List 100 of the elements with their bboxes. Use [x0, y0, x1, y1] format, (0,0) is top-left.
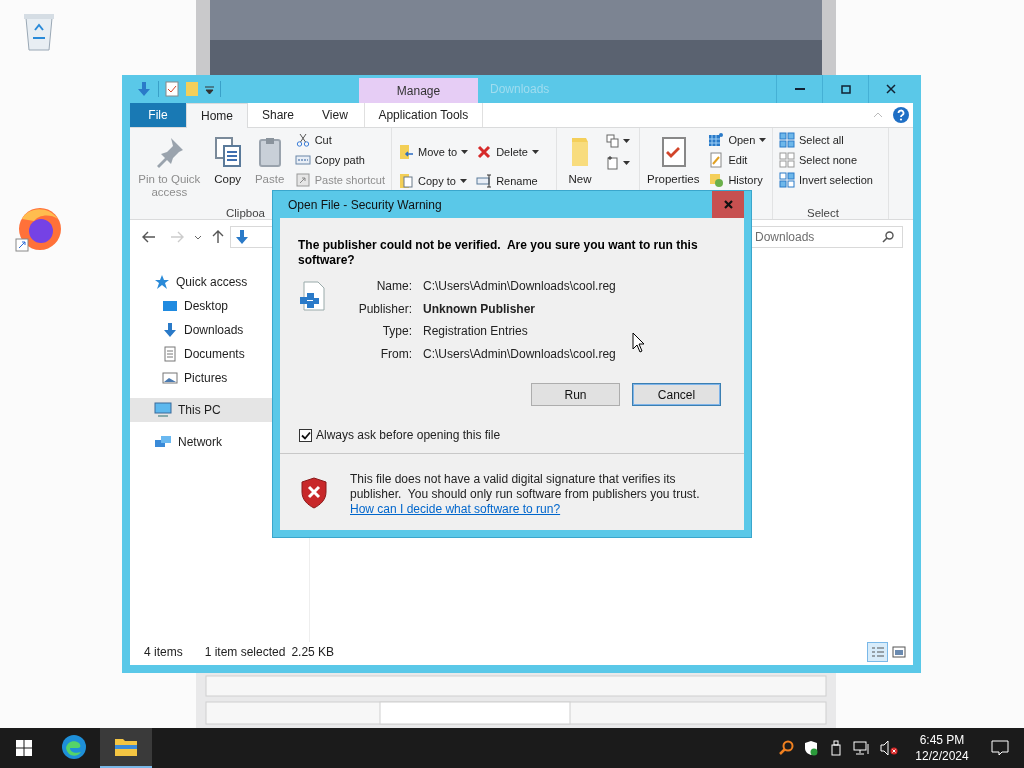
new-item-icon	[605, 155, 621, 171]
rename-icon	[476, 173, 493, 189]
scissors-icon	[294, 132, 311, 148]
window-title: Downloads	[490, 81, 550, 98]
properties-icon[interactable]	[165, 81, 179, 97]
sidebar-item[interactable]: Quick access	[130, 270, 309, 294]
download-icon	[234, 229, 250, 245]
dialog-button[interactable]: Run	[531, 383, 620, 406]
windows-logo-icon	[16, 740, 32, 756]
download-icon	[162, 322, 178, 338]
dialog-button[interactable]: Cancel	[632, 383, 721, 406]
file-tab[interactable]: File	[130, 103, 186, 127]
minimize-icon	[794, 88, 805, 90]
network-icon	[154, 434, 172, 450]
caret-icon	[759, 138, 767, 142]
browser-icon	[61, 734, 87, 760]
details-view-icon	[870, 646, 885, 658]
checkbox[interactable]	[299, 428, 312, 442]
sidebar-item[interactable]: Pictures	[130, 366, 309, 390]
up-icon[interactable]	[212, 230, 224, 244]
ribbon-tab[interactable]: View	[308, 103, 362, 127]
search-icon	[882, 231, 894, 243]
folder-arrow-icon	[398, 144, 414, 160]
shortcut-icon	[294, 172, 311, 188]
back-icon[interactable]	[142, 231, 156, 243]
monitor-icon	[162, 298, 178, 314]
path-icon	[294, 152, 311, 168]
network-icon[interactable]	[853, 740, 871, 756]
selection-status: 1 item selected	[204, 644, 286, 661]
check-icon	[300, 430, 311, 440]
open-icon	[708, 132, 725, 148]
ribbon-tab[interactable]: Share	[248, 103, 309, 127]
delete-icon	[476, 144, 493, 160]
speaker-muted-icon[interactable]	[880, 740, 898, 756]
taskbar-app[interactable]	[100, 728, 152, 768]
edit-icon	[708, 152, 725, 168]
ribbon-tab[interactable]: Application Tools	[363, 103, 483, 127]
shield-error-icon	[300, 477, 328, 509]
ribbon-button[interactable]: Rename	[474, 169, 541, 193]
item-count: 4 items	[144, 644, 183, 661]
checkbox-label: Always ask before opening this file	[316, 427, 501, 444]
help-icon[interactable]	[893, 107, 909, 123]
customize-toolbar-icon[interactable]	[205, 84, 214, 94]
document-icon	[162, 346, 178, 362]
ribbon-button[interactable]: Delete	[474, 140, 541, 164]
warning-text: This file does not have a valid digital signature that verifies its publisher. You should only run software from publishers you trust.	[350, 472, 701, 502]
group-label: Select	[807, 207, 839, 219]
sidebar-item[interactable]: Downloads	[130, 318, 309, 342]
group-label: Clipboa	[226, 207, 265, 219]
copy-icon	[398, 173, 414, 189]
chevron-down-icon[interactable]	[194, 234, 202, 240]
select-all-icon	[779, 132, 795, 148]
field-value: C:\Users\Admin\Downloads\cool.reg	[423, 278, 616, 295]
ribbon-tab[interactable]: Home	[186, 103, 248, 128]
field-label: Name:	[375, 278, 412, 295]
ribbon-button[interactable]: History	[706, 170, 769, 190]
usb-drive-icon[interactable]	[828, 740, 844, 756]
search-icon[interactable]	[778, 740, 794, 756]
ribbon-button[interactable]: Cut	[292, 130, 387, 150]
field-label: Type:	[381, 323, 412, 340]
dialog-heading: The publisher could not be verified. Are you sure you want to run this software?	[298, 238, 699, 268]
notification-icon	[991, 740, 1009, 756]
help-link[interactable]: How can I decide what software to run?	[350, 502, 561, 517]
computer-icon	[154, 402, 172, 418]
close-icon	[723, 200, 733, 209]
caret-icon	[623, 161, 630, 165]
registry-file-icon	[298, 281, 326, 311]
field-label: From:	[379, 345, 412, 363]
ribbon-button[interactable]: Edit	[706, 150, 769, 170]
sidebar-item[interactable]: Network	[130, 430, 309, 454]
dialog-title: Open File - Security Warning	[287, 196, 443, 214]
ribbon-button[interactable]: Properties	[644, 128, 703, 200]
documents-icon	[605, 133, 621, 149]
ribbon-button[interactable]: Select none	[777, 150, 875, 170]
selection-size: 2.25 KB	[291, 644, 335, 661]
caret-icon	[459, 179, 467, 183]
field-value: C:\Users\Admin\Downloads\cool.reg	[423, 345, 616, 363]
close-icon	[886, 84, 896, 94]
ribbon-button[interactable]: Open	[706, 130, 769, 150]
large-icons-view-icon	[891, 646, 906, 658]
history-icon	[708, 172, 725, 188]
close-button[interactable]	[712, 191, 744, 218]
ribbon-button[interactable]: Select all	[777, 130, 875, 150]
image-icon	[162, 370, 178, 386]
ribbon-button[interactable]: Invert selection	[777, 170, 875, 190]
caret-icon	[461, 150, 469, 154]
field-label: Publisher:	[357, 300, 412, 318]
field-value: Registration Entries	[423, 323, 529, 340]
ribbon-button[interactable]: Copy path	[292, 150, 387, 170]
caret-icon	[531, 150, 539, 154]
shield-icon[interactable]	[803, 740, 819, 756]
sidebar-item[interactable]: Documents	[130, 342, 309, 366]
browser-shortcut-icon[interactable]	[14, 205, 64, 253]
cursor-icon	[632, 332, 645, 353]
maximize-icon	[840, 84, 851, 94]
sidebar-item[interactable]: Desktop	[130, 294, 309, 318]
clock[interactable]: 6:45 PM 12/2/2024	[908, 728, 976, 768]
ribbon-button[interactable]: Move to	[396, 140, 471, 164]
ribbon-button[interactable]: Copy	[208, 128, 247, 200]
caret-icon	[623, 139, 630, 143]
